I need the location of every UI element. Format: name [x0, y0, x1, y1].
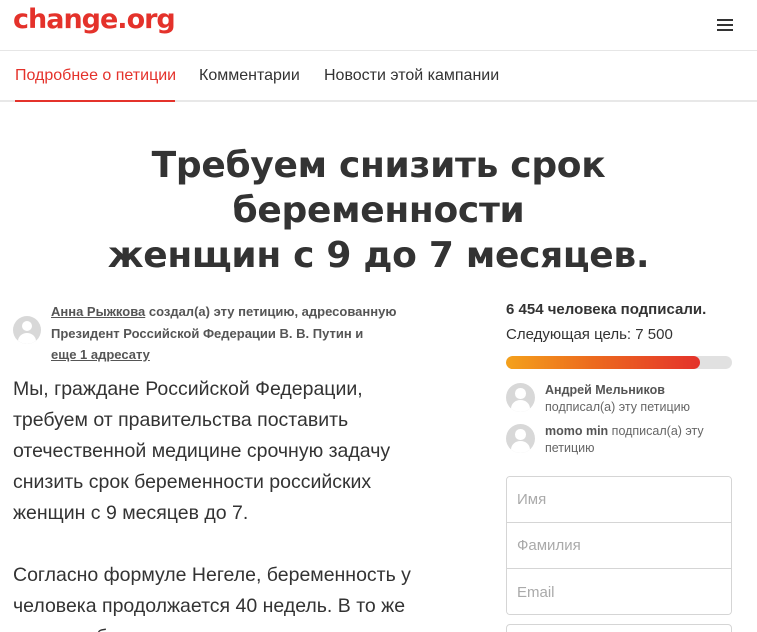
petition-title-line2: женщин с 9 до 7 месяцев. [107, 235, 650, 276]
signer-name: momo min [545, 424, 609, 438]
petition-body: Мы, граждане Российской Федерации, требу… [13, 374, 433, 632]
petition-tabs: Подробнее о петиции Комментарии Новости … [0, 52, 757, 102]
author-avatar[interactable] [13, 316, 41, 344]
body-line: Мы, граждане Российской Федерации, [13, 378, 363, 400]
site-header: change.org [0, 0, 757, 51]
last-name-input[interactable] [507, 523, 731, 569]
tab-campaign-news[interactable]: Новости этой кампании [324, 67, 499, 85]
recipient-text: Президент Российской Федерации В. В. Пут… [51, 325, 364, 341]
signer-name: Андрей Мельников [545, 383, 665, 397]
first-name-input[interactable] [507, 477, 731, 523]
body-line: снизить срок беременности российских [13, 471, 372, 493]
tab-comments[interactable]: Комментарии [199, 67, 300, 85]
change-org-logo[interactable]: change.org [13, 4, 176, 35]
signature-count: 6 454 человека подписали. [506, 301, 707, 318]
signer-avatar [506, 424, 535, 453]
signer-action-continued: петицию [545, 441, 595, 455]
body-line: отечественной медицине срочную задачу [13, 440, 391, 462]
author-name-link[interactable]: Анна Рыжкова [51, 304, 145, 319]
petition-author-info: Анна Рыжкова создал(а) эту петицию, адре… [51, 301, 411, 366]
signature-progress-bar [506, 356, 732, 369]
signer-action: подписал(а) эту петицию [545, 400, 690, 414]
body-line: требуем от правительства поставить [13, 409, 349, 431]
next-form-field[interactable] [506, 624, 732, 632]
recent-signer: momo min подписал(а) эту петицию [545, 423, 735, 457]
sign-petition-form [506, 476, 732, 615]
more-recipients-link[interactable]: еще 1 адресату [51, 347, 150, 362]
body-line: время наблюдаются некоторые [13, 622, 433, 632]
hamburger-menu-icon[interactable] [712, 14, 738, 36]
body-line: человека продолжается 40 недель. В то же [13, 595, 406, 617]
author-created-text: создал(а) эту петицию, адресованную [145, 304, 397, 319]
email-input[interactable] [507, 569, 731, 614]
recent-signer: Андрей Мельников подписал(а) эту петицию [545, 382, 735, 416]
signer-avatar [506, 383, 535, 412]
tab-petition-details[interactable]: Подробнее о петиции [15, 67, 176, 85]
body-line: женщин с 9 месяцев до 7. [13, 502, 249, 524]
signature-goal: Следующая цель: 7 500 [506, 326, 673, 343]
petition-title: Требуем снизить срок беременности женщин… [0, 143, 757, 278]
signature-progress-fill [506, 356, 701, 369]
active-tab-indicator [15, 100, 175, 102]
signer-action: подписал(а) эту [608, 424, 704, 438]
body-line: Согласно формуле Негеле, беременность у [13, 564, 411, 586]
petition-title-line1: Требуем снизить срок беременности [151, 145, 606, 231]
